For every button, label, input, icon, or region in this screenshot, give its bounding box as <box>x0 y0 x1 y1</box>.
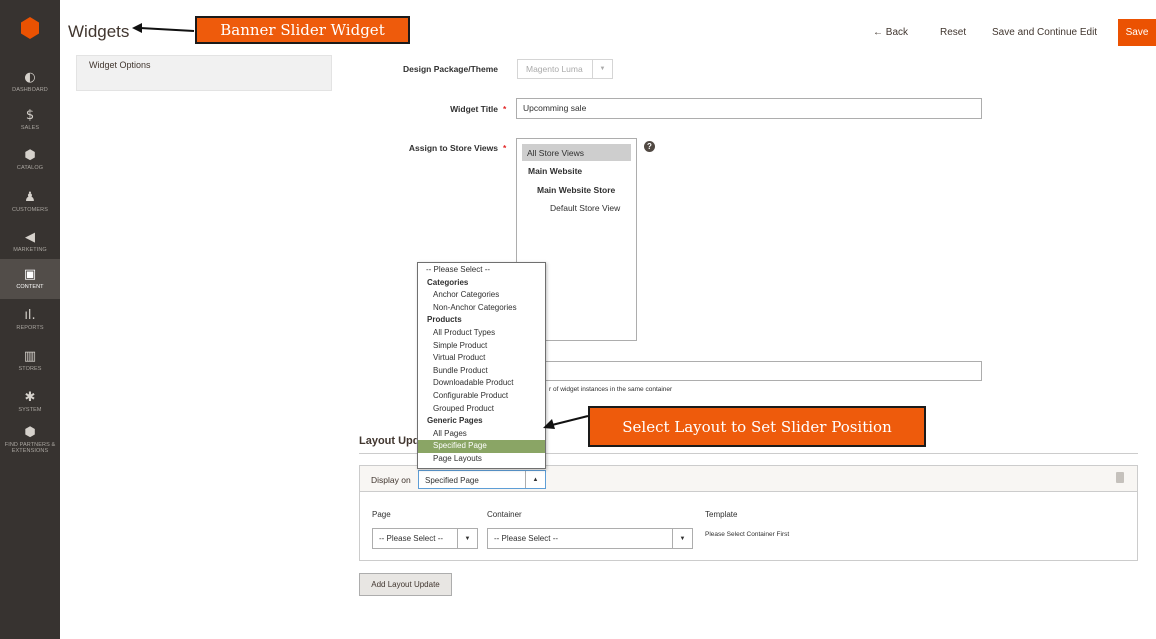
callout-arrow-icon <box>543 415 589 429</box>
sidebar-item-label: SALES <box>20 125 40 131</box>
widget-title-input[interactable]: Upcomming sale <box>516 98 982 119</box>
sidebar-item-reports[interactable]: ıl. REPORTS <box>0 300 60 340</box>
store-views-label: Assign to Store Views <box>408 143 498 153</box>
store-option[interactable]: Main Website Store <box>537 185 615 195</box>
sidebar-item-label: STORES <box>18 366 42 372</box>
back-button[interactable]: ← Back <box>873 27 908 38</box>
dropdown-option[interactable]: Grouped Product <box>418 403 545 416</box>
chevron-up-icon: ▲ <box>525 471 545 488</box>
sidebar-item-marketing[interactable]: ◀ MARKETING <box>0 222 60 262</box>
megaphone-icon: ◀ <box>25 230 35 245</box>
sidebar-item-content[interactable]: ▣ CONTENT <box>0 259 60 299</box>
template-placeholder: Please Select Container First <box>705 531 790 538</box>
store-option[interactable]: Default Store View <box>550 203 620 213</box>
dropdown-option[interactable]: Non-Anchor Categories <box>418 302 545 315</box>
chevron-down-icon: ▼ <box>672 529 692 548</box>
add-layout-update-button[interactable]: Add Layout Update <box>359 573 452 596</box>
help-icon[interactable]: ? <box>644 141 655 152</box>
design-package-value: Magento Luma <box>526 64 583 74</box>
widget-title-label: Widget Title <box>380 104 498 114</box>
display-on-select[interactable]: Specified Page ▲ <box>418 470 546 489</box>
chevron-down-icon: ▼ <box>592 60 612 78</box>
dollar-icon: $ <box>25 108 35 123</box>
admin-sidebar: ◐ DASHBOARD $ SALES ⬢ CATALOG ♟ CUSTOMERS ◀ MARKE… <box>0 0 60 639</box>
widget-title-label-text: Widget Title <box>450 104 498 114</box>
dropdown-group-label: Categories <box>427 277 469 287</box>
chevron-down-icon: ▼ <box>457 529 477 548</box>
page-column-label: Page <box>372 510 391 519</box>
sidebar-item-label: REPORTS <box>16 325 44 331</box>
widget-options-tab[interactable]: Widget Options <box>76 55 332 91</box>
design-package-label: Design Package/Theme <box>403 64 498 74</box>
dropdown-option[interactable]: All Product Types <box>418 327 545 340</box>
sidebar-item-label: CUSTOMERS <box>12 207 48 213</box>
page-select-value: -- Please Select -- <box>379 534 444 543</box>
catalog-cube-icon: ⬢ <box>24 148 36 163</box>
container-column-label: Container <box>487 510 522 519</box>
sort-order-input[interactable] <box>516 361 982 381</box>
save-button[interactable]: Save <box>1118 19 1156 46</box>
sidebar-item-label: CATALOG <box>16 165 44 171</box>
container-select[interactable]: -- Please Select -- ▼ <box>487 528 693 549</box>
dropdown-option[interactable]: Bundle Product <box>418 365 545 378</box>
banner-slider-callout: Banner Slider Widget <box>195 16 410 44</box>
dropdown-option[interactable]: All Pages <box>418 428 545 441</box>
reset-button[interactable]: Reset <box>940 27 966 38</box>
page-title: Widgets <box>68 22 130 41</box>
sidebar-item-stores[interactable]: ▥ STORES <box>0 341 60 381</box>
sidebar-item-sales[interactable]: $ SALES <box>0 100 60 140</box>
dropdown-group-label: Products <box>427 315 462 325</box>
reports-bar-icon: ıl. <box>24 308 36 323</box>
content-icon: ▣ <box>23 267 37 282</box>
dropdown-option[interactable]: Page Layouts <box>418 453 545 466</box>
store-option[interactable]: All Store Views <box>522 144 631 161</box>
save-and-continue-button[interactable]: Save and Continue Edit <box>992 27 1097 38</box>
sidebar-item-label: SYSTEM <box>18 407 42 413</box>
dropdown-option[interactable]: Simple Product <box>418 340 545 353</box>
partners-cube-icon: ⬢ <box>24 425 36 440</box>
required-mark: * <box>503 104 507 114</box>
sidebar-item-label: CONTENT <box>16 284 44 290</box>
template-column-label: Template <box>705 510 738 519</box>
dropdown-group-label: Generic Pages <box>427 416 483 426</box>
store-icon: ▥ <box>23 349 37 364</box>
sidebar-item-label: FIND PARTNERS & EXTENSIONS <box>4 442 56 454</box>
container-select-value: -- Please Select -- <box>494 534 559 543</box>
design-package-select: Magento Luma ▼ <box>517 59 613 79</box>
dropdown-option[interactable]: Specified Page <box>418 440 545 453</box>
sidebar-item-label: MARKETING <box>13 247 47 253</box>
dropdown-option[interactable]: -- Please Select -- <box>418 264 545 277</box>
sidebar-item-label: DASHBOARD <box>12 87 48 93</box>
trash-icon[interactable] <box>1116 472 1124 483</box>
dropdown-option[interactable]: Anchor Categories <box>418 289 545 302</box>
callout-arrow-icon <box>132 23 195 33</box>
magento-logo-icon <box>21 17 39 39</box>
widget-options-label: Widget Options <box>89 60 151 70</box>
layout-position-callout: Select Layout to Set Slider Position <box>588 406 926 447</box>
sidebar-item-system[interactable]: ✱ SYSTEM <box>0 382 60 422</box>
magento-logo[interactable] <box>0 0 60 56</box>
customer-icon: ♟ <box>24 190 36 205</box>
layout-updates-title: Layout Upda <box>359 435 426 447</box>
dropdown-option[interactable]: Configurable Product <box>418 390 545 403</box>
sidebar-item-dashboard[interactable]: ◐ DASHBOARD <box>0 62 60 102</box>
sidebar-item-catalog[interactable]: ⬢ CATALOG <box>0 140 60 180</box>
sidebar-item-find[interactable]: ⬢ FIND PARTNERS & EXTENSIONS <box>0 420 60 460</box>
dashboard-icon: ◐ <box>24 70 36 85</box>
sort-order-note: r of widget instances in the same contai… <box>549 386 673 393</box>
layout-update-block: Display on Specified Page ▲ Page Contain… <box>359 465 1138 561</box>
layout-update-header: Display on Specified Page ▲ <box>360 466 1137 492</box>
dropdown-option[interactable]: Downloadable Product <box>418 377 545 390</box>
display-on-label: Display on <box>371 475 411 485</box>
gear-icon: ✱ <box>24 390 36 405</box>
page-select[interactable]: -- Please Select -- ▼ <box>372 528 478 549</box>
store-option[interactable]: Main Website <box>528 166 582 176</box>
required-mark: * <box>503 143 507 153</box>
display-on-value: Specified Page <box>425 476 479 485</box>
sidebar-item-customers[interactable]: ♟ CUSTOMERS <box>0 182 60 222</box>
dropdown-option[interactable]: Virtual Product <box>418 352 545 365</box>
display-on-dropdown-list: -- Please Select -- Categories Anchor Cate… <box>417 262 546 469</box>
